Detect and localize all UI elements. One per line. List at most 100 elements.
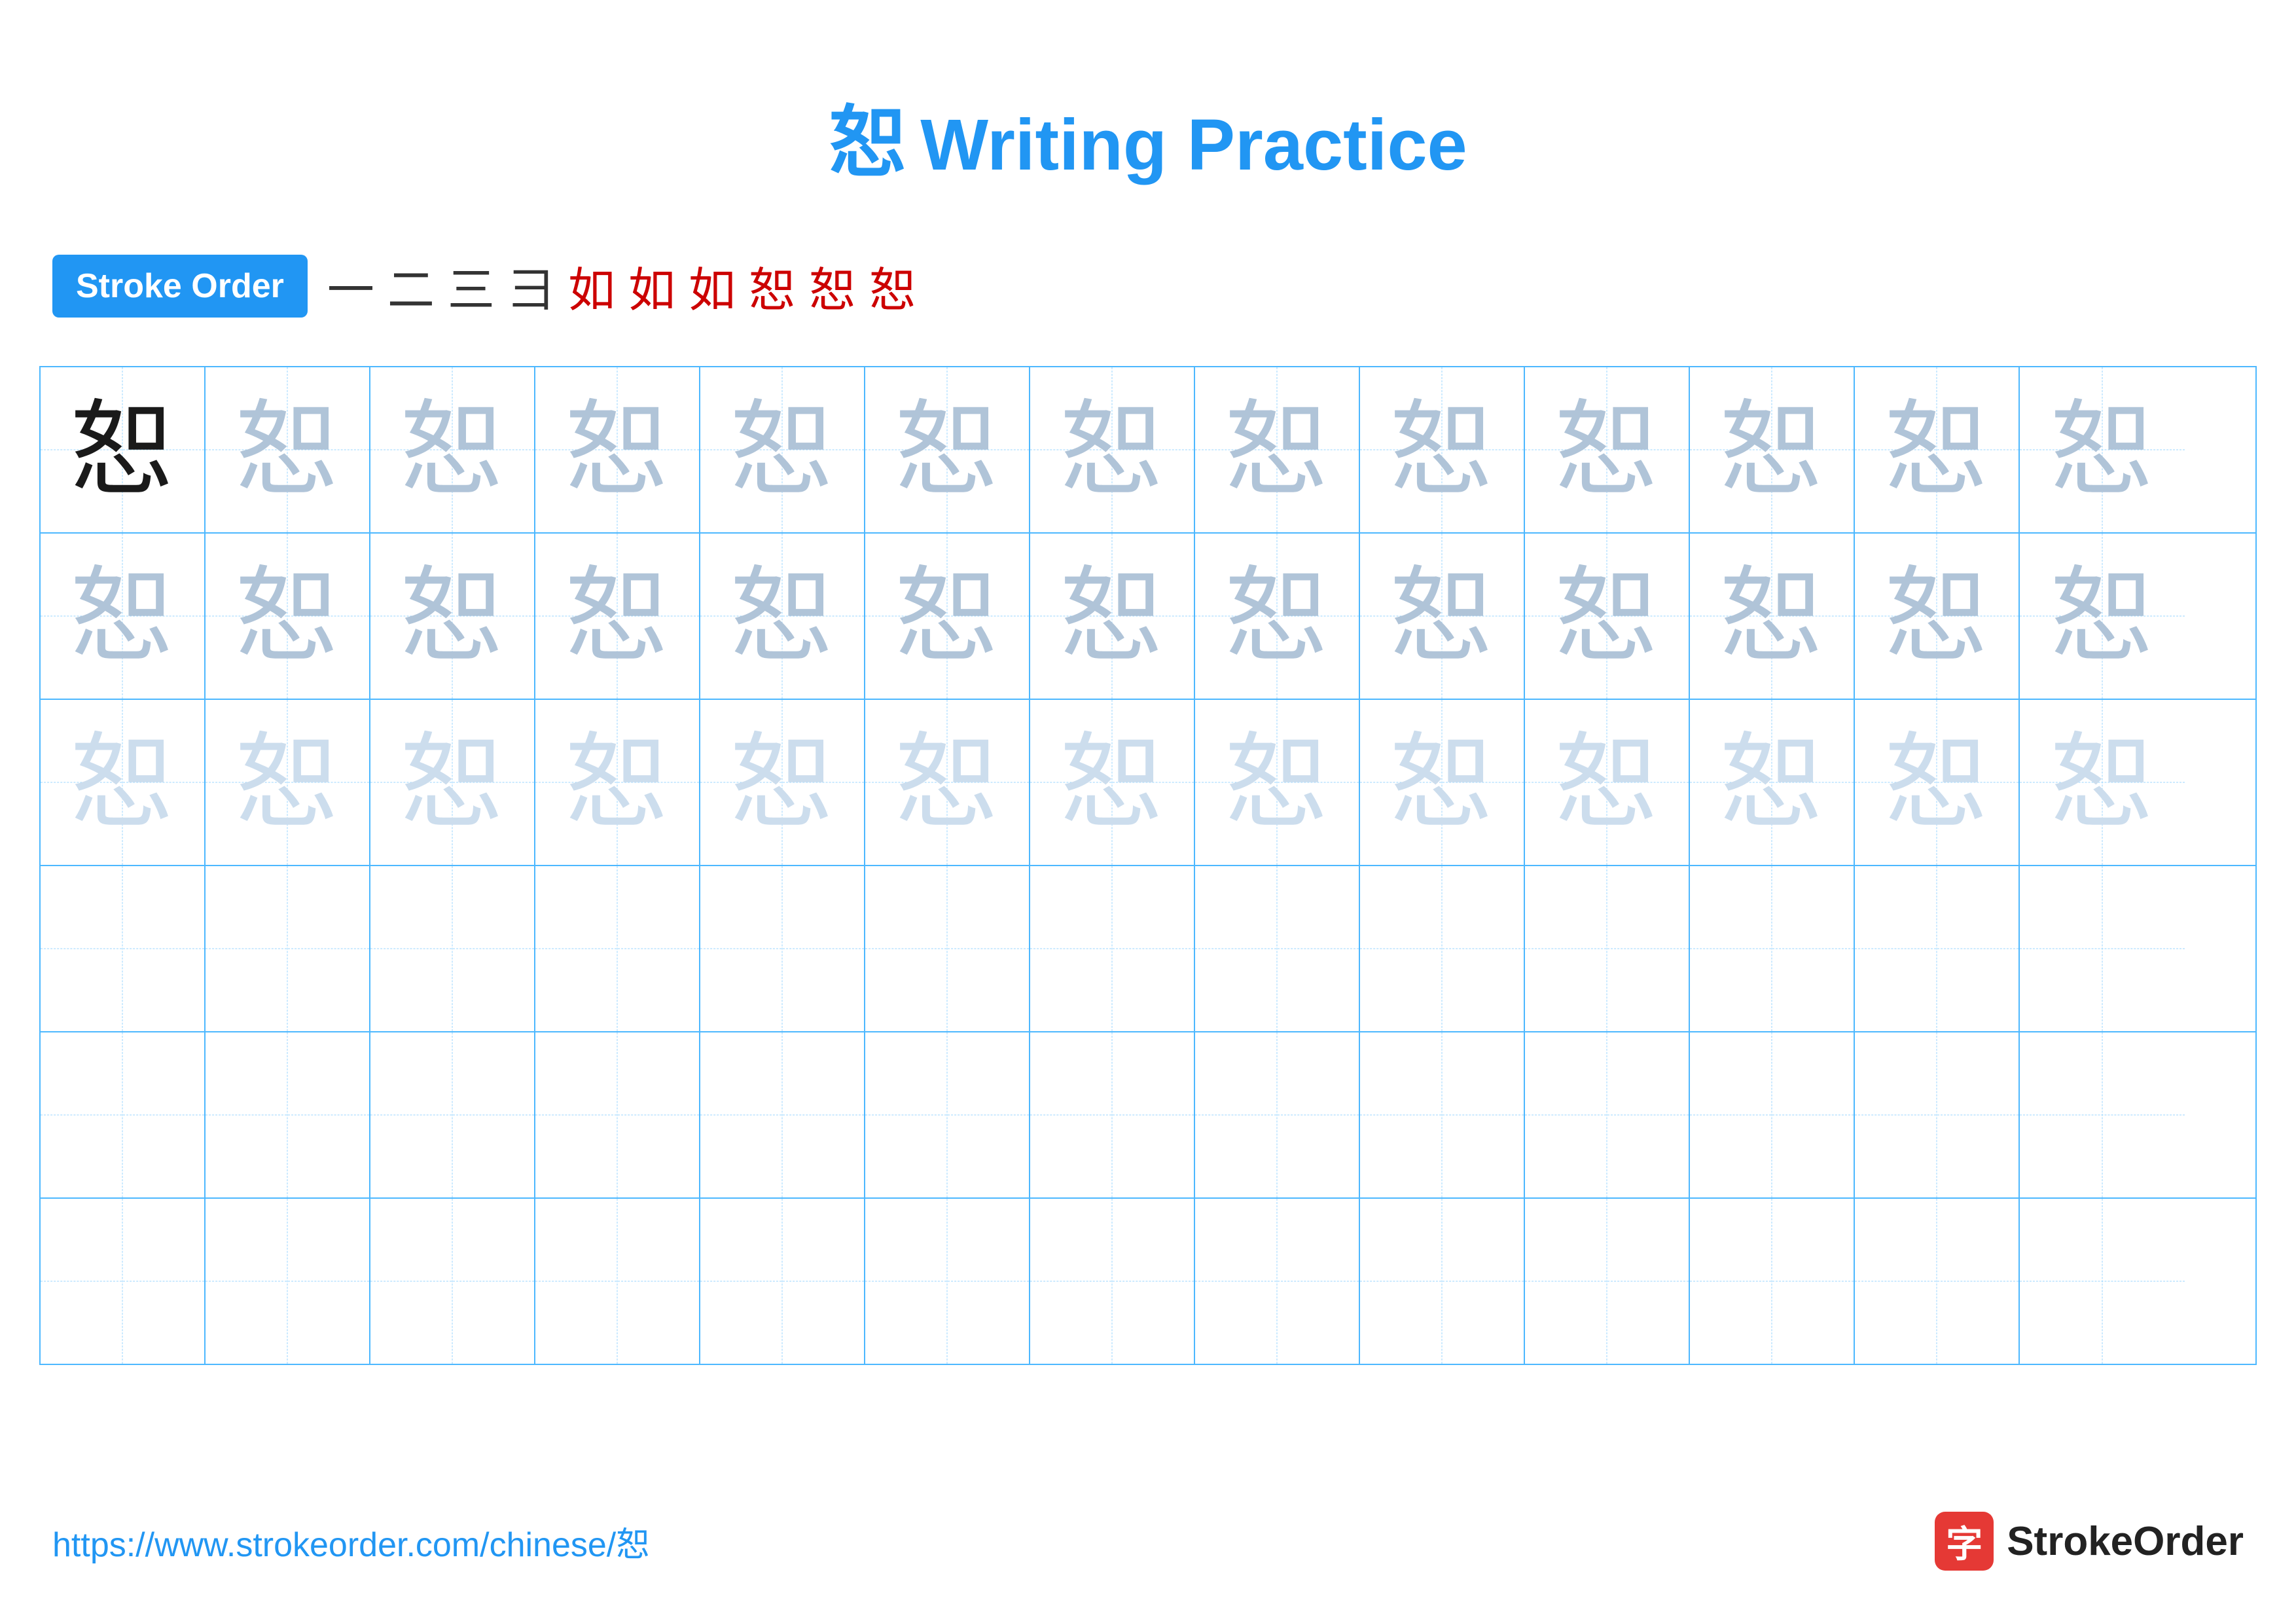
cell-1-13[interactable]: 恕 [2020,367,2185,532]
cell-4-7[interactable] [1030,866,1195,1031]
cell-3-7[interactable]: 恕 [1030,700,1195,865]
cell-3-1[interactable]: 恕 [41,700,206,865]
title-text: Writing Practice [920,105,1467,185]
cell-4-1[interactable] [41,866,206,1031]
cell-4-3[interactable] [370,866,535,1031]
cell-6-8[interactable] [1195,1199,1360,1364]
cell-3-4[interactable]: 恕 [535,700,700,865]
cell-4-8[interactable] [1195,866,1360,1031]
cell-5-2[interactable] [206,1032,370,1197]
cell-3-13[interactable]: 恕 [2020,700,2185,865]
cell-6-5[interactable] [700,1199,865,1364]
cell-4-2[interactable] [206,866,370,1031]
cell-3-12[interactable]: 恕 [1855,700,2020,865]
cell-3-8[interactable]: 恕 [1195,700,1360,865]
cell-1-12[interactable]: 恕 [1855,367,2020,532]
cell-3-11[interactable]: 恕 [1690,700,1855,865]
cell-2-2[interactable]: 恕 [206,534,370,699]
cell-1-9[interactable]: 恕 [1360,367,1525,532]
cell-5-12[interactable] [1855,1032,2020,1197]
stroke-6: 如 [628,251,675,320]
cell-2-3[interactable]: 恕 [370,534,535,699]
cell-3-5[interactable]: 恕 [700,700,865,865]
cell-6-3[interactable] [370,1199,535,1364]
char-med: 恕 [895,397,999,502]
cell-2-8[interactable]: 恕 [1195,534,1360,699]
cell-5-7[interactable] [1030,1032,1195,1197]
char-light: 恕 [895,730,999,835]
cell-5-6[interactable] [865,1032,1030,1197]
char-med: 恕 [1390,397,1494,502]
cell-4-10[interactable] [1525,866,1690,1031]
stroke-9: 恕 [809,251,856,320]
cell-1-5[interactable]: 恕 [700,367,865,532]
cell-4-4[interactable] [535,866,700,1031]
grid-row-3: 恕 恕 恕 恕 恕 恕 恕 恕 恕 恕 恕 恕 恕 [41,700,2255,866]
cell-5-13[interactable] [2020,1032,2185,1197]
cell-3-3[interactable]: 恕 [370,700,535,865]
cell-2-7[interactable]: 恕 [1030,534,1195,699]
cell-1-11[interactable]: 恕 [1690,367,1855,532]
cell-5-1[interactable] [41,1032,206,1197]
stroke-10: 恕 [869,251,916,320]
cell-3-2[interactable]: 恕 [206,700,370,865]
cell-1-2[interactable]: 恕 [206,367,370,532]
page-title: 恕Writing Practice [0,0,2296,232]
cell-1-6[interactable]: 恕 [865,367,1030,532]
cell-1-1[interactable]: 恕 [41,367,206,532]
cell-2-1[interactable]: 恕 [41,534,206,699]
char-light: 恕 [1060,730,1164,835]
footer-logo: 字 StrokeOrder [1935,1512,2244,1571]
cell-1-10[interactable]: 恕 [1525,367,1690,532]
cell-3-9[interactable]: 恕 [1360,700,1525,865]
cell-6-1[interactable] [41,1199,206,1364]
cell-5-5[interactable] [700,1032,865,1197]
cell-2-4[interactable]: 恕 [535,534,700,699]
cell-4-6[interactable] [865,866,1030,1031]
char-med: 恕 [1225,564,1329,668]
cell-2-5[interactable]: 恕 [700,534,865,699]
cell-1-8[interactable]: 恕 [1195,367,1360,532]
cell-4-13[interactable] [2020,866,2185,1031]
cell-3-6[interactable]: 恕 [865,700,1030,865]
footer: https://www.strokeorder.com/chinese/恕 字 … [52,1512,2244,1571]
char-med: 恕 [235,397,340,502]
cell-2-10[interactable]: 恕 [1525,534,1690,699]
cell-2-6[interactable]: 恕 [865,534,1030,699]
cell-2-12[interactable]: 恕 [1855,534,2020,699]
cell-4-5[interactable] [700,866,865,1031]
char-med: 恕 [70,564,175,668]
cell-6-4[interactable] [535,1199,700,1364]
cell-5-9[interactable] [1360,1032,1525,1197]
stroke-1: 一 [327,251,374,320]
cell-3-10[interactable]: 恕 [1525,700,1690,865]
cell-6-10[interactable] [1525,1199,1690,1364]
cell-2-9[interactable]: 恕 [1360,534,1525,699]
cell-2-11[interactable]: 恕 [1690,534,1855,699]
char-med: 恕 [1884,564,1989,668]
cell-5-3[interactable] [370,1032,535,1197]
cell-4-9[interactable] [1360,866,1525,1031]
cell-1-4[interactable]: 恕 [535,367,700,532]
cell-5-10[interactable] [1525,1032,1690,1197]
char-med: 恕 [400,397,505,502]
cell-4-11[interactable] [1690,866,1855,1031]
cell-5-11[interactable] [1690,1032,1855,1197]
char-med: 恕 [1554,564,1659,668]
cell-1-7[interactable]: 恕 [1030,367,1195,532]
cell-6-7[interactable] [1030,1199,1195,1364]
cell-5-4[interactable] [535,1032,700,1197]
cell-5-8[interactable] [1195,1032,1360,1197]
char-light: 恕 [70,730,175,835]
cell-1-3[interactable]: 恕 [370,367,535,532]
char-dark: 恕 [70,397,175,502]
cell-6-13[interactable] [2020,1199,2185,1364]
cell-6-9[interactable] [1360,1199,1525,1364]
cell-6-2[interactable] [206,1199,370,1364]
char-light: 恕 [235,730,340,835]
cell-6-12[interactable] [1855,1199,2020,1364]
cell-2-13[interactable]: 恕 [2020,534,2185,699]
cell-4-12[interactable] [1855,866,2020,1031]
cell-6-6[interactable] [865,1199,1030,1364]
cell-6-11[interactable] [1690,1199,1855,1364]
